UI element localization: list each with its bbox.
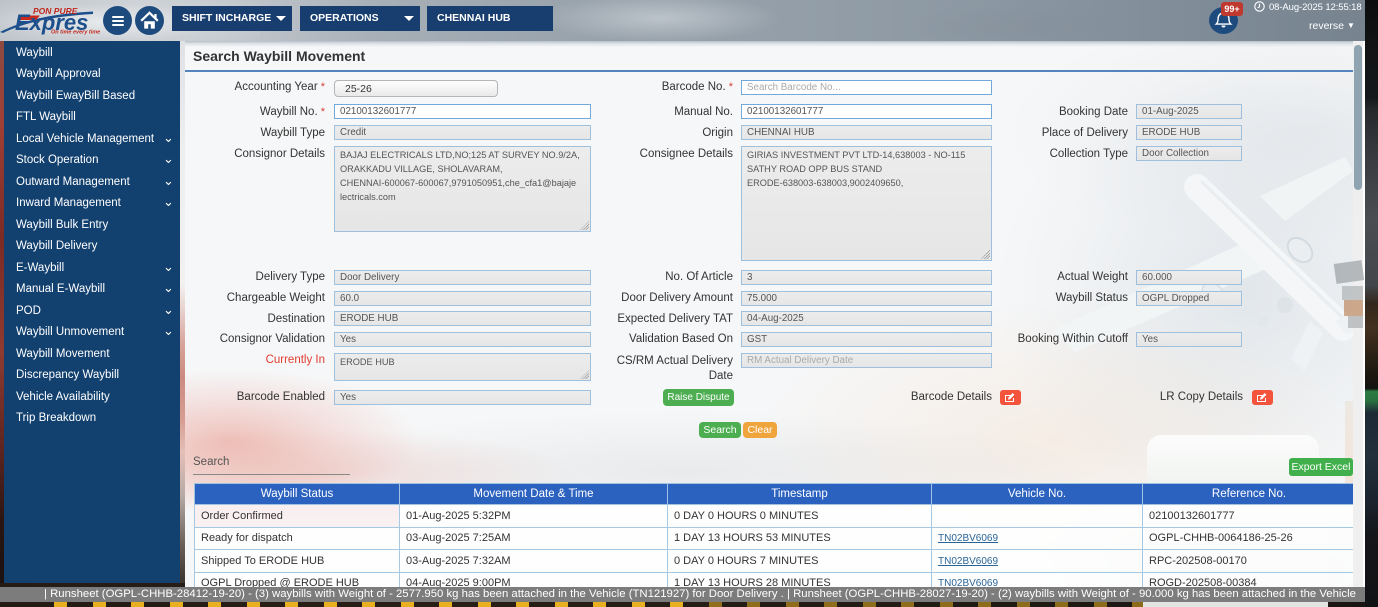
- svg-text:On time every time: On time every time: [51, 30, 100, 36]
